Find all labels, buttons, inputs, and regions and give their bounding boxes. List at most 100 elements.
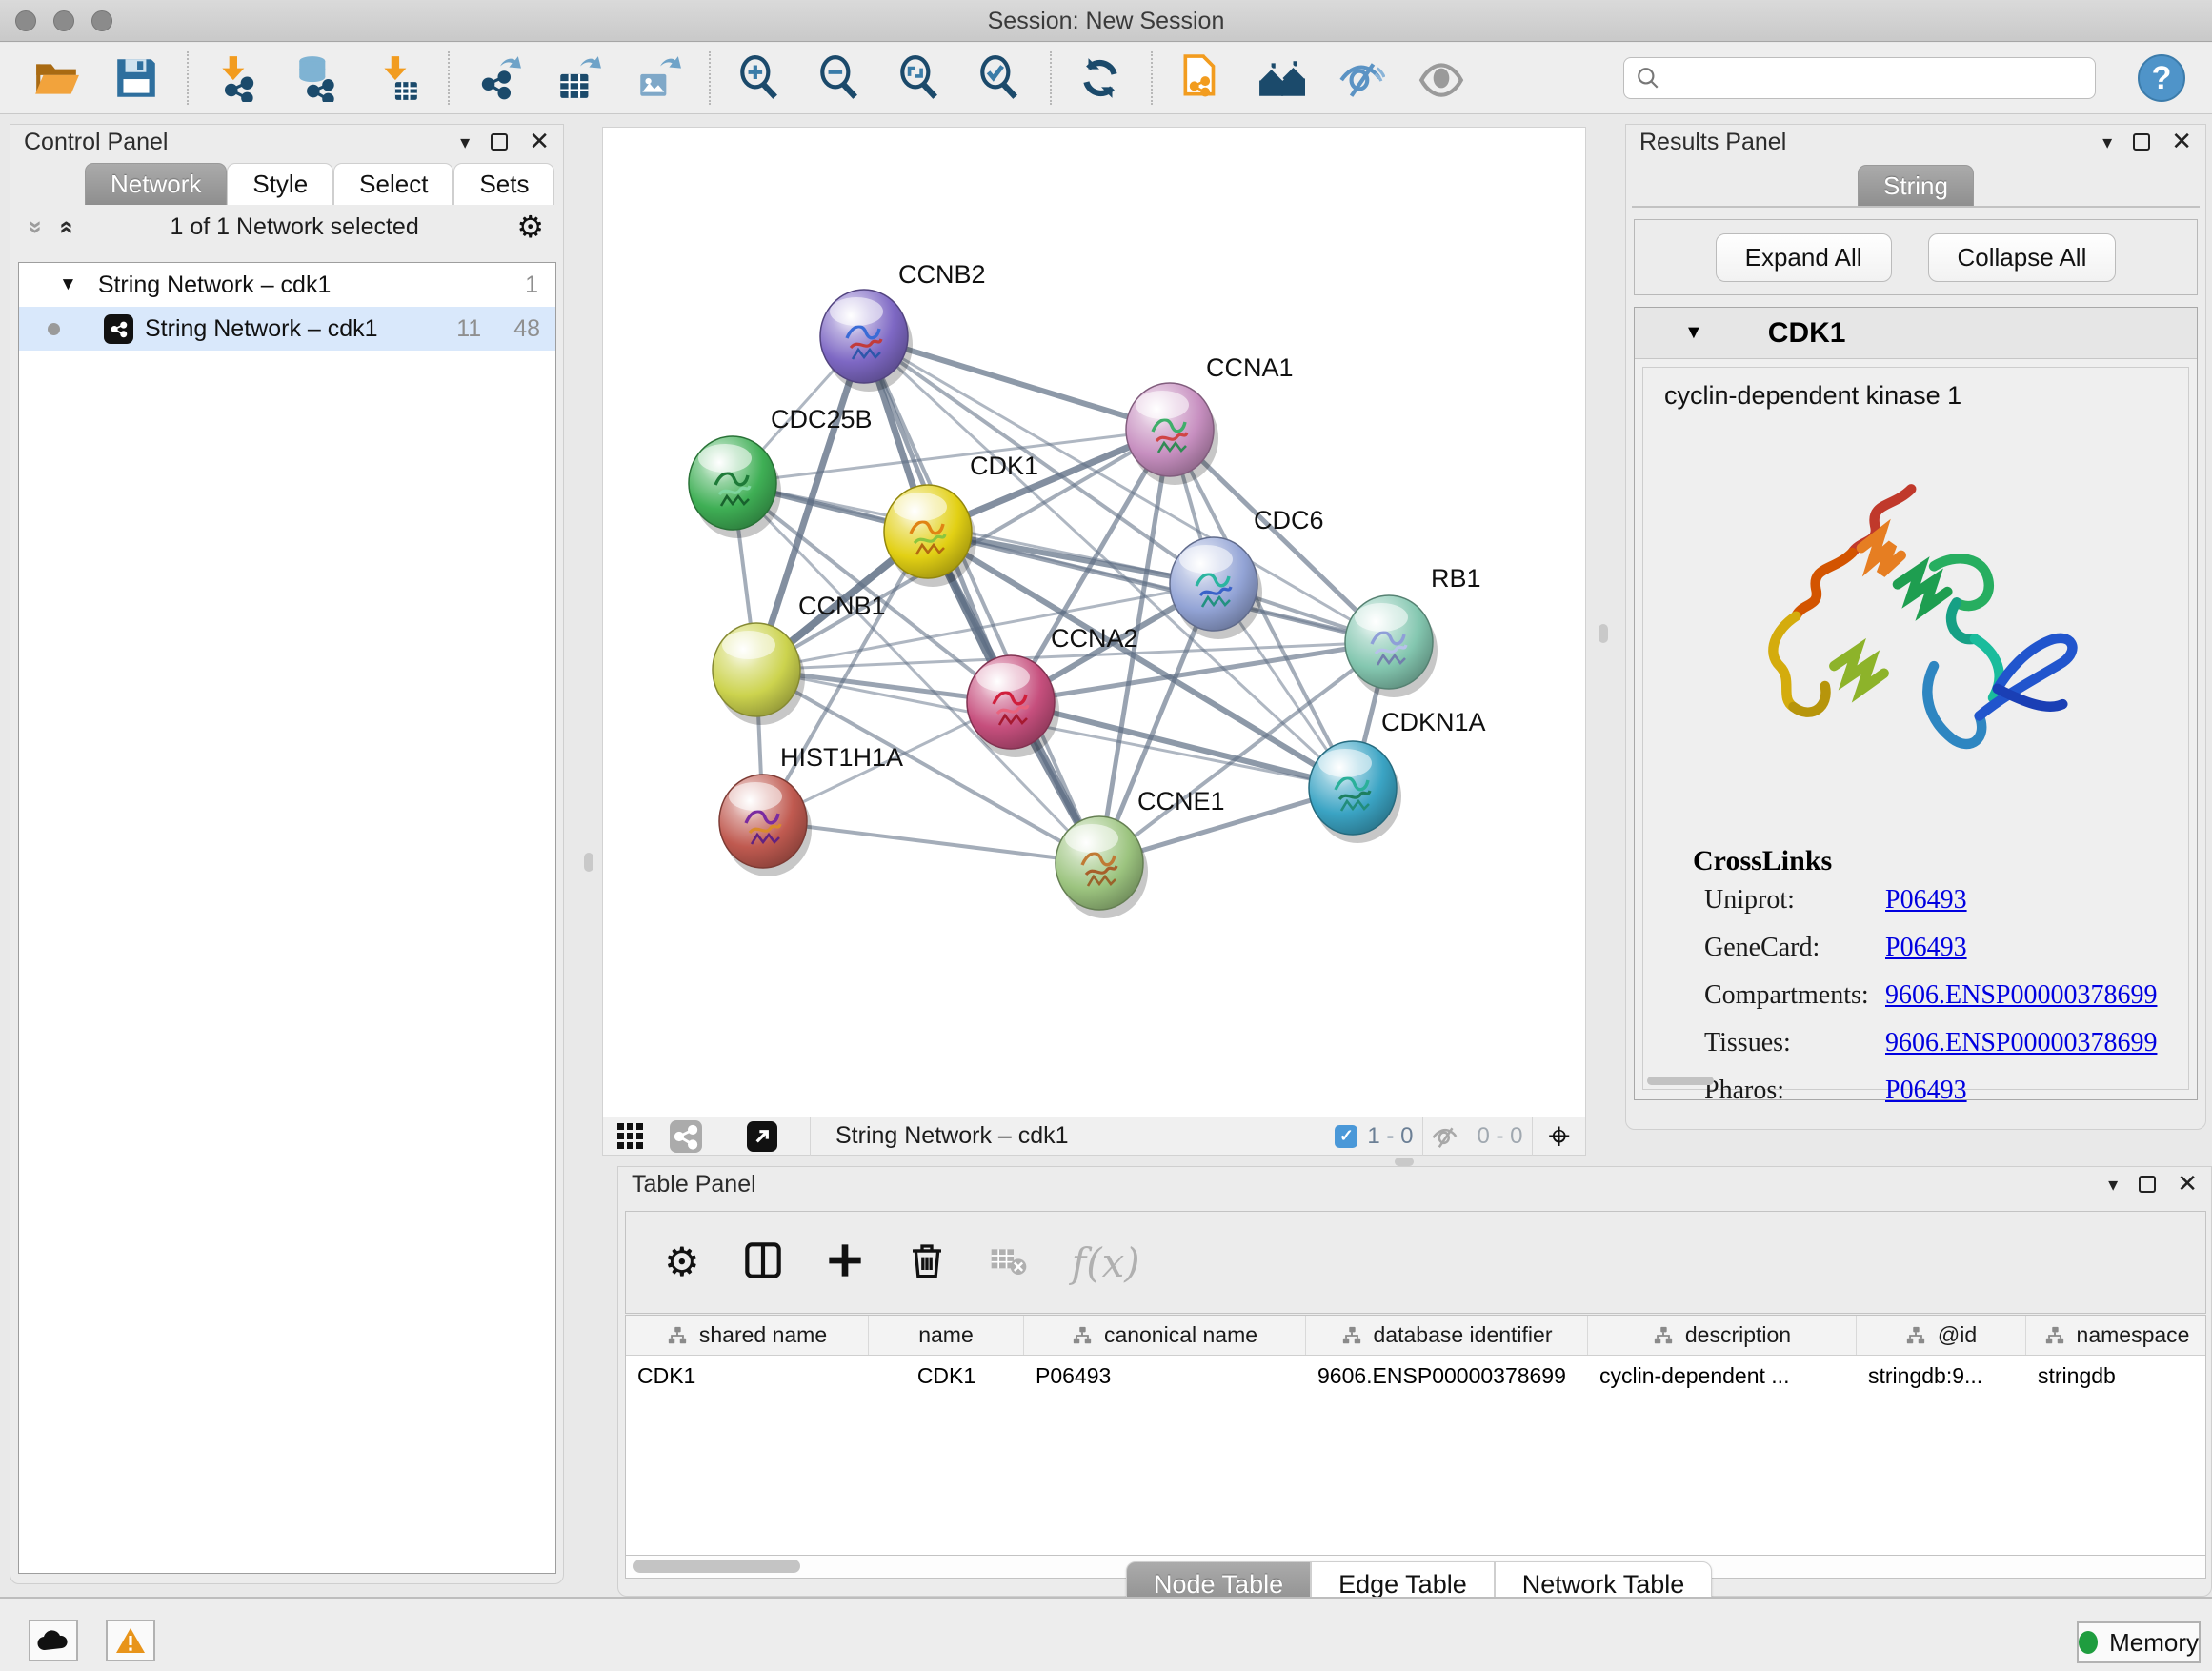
tab-style[interactable]: Style: [227, 163, 333, 205]
network-node-cdc25b[interactable]: CDC25B: [689, 405, 873, 538]
save-session-button[interactable]: [107, 49, 166, 108]
cloud-status-button[interactable]: [29, 1620, 78, 1661]
create-column-icon[interactable]: [826, 1241, 864, 1284]
tab-string[interactable]: String: [1858, 165, 1974, 207]
crosslink-link[interactable]: P06493: [1885, 1076, 1967, 1106]
panel-menu-icon[interactable]: ▾: [2108, 1175, 2118, 1194]
table-cell[interactable]: stringdb: [2026, 1363, 2206, 1389]
open-session-button[interactable]: [27, 49, 86, 108]
selected-checkbox-icon[interactable]: ✓: [1335, 1125, 1357, 1148]
network-node-ccna1[interactable]: CCNA1: [1126, 353, 1294, 485]
column-header-description[interactable]: description: [1588, 1316, 1857, 1355]
zoom-in-button[interactable]: [730, 49, 789, 108]
fit-content-button[interactable]: [890, 49, 949, 108]
collapse-all-icon[interactable]: »: [22, 220, 51, 233]
table-options-gear-icon[interactable]: ⚙: [664, 1242, 700, 1282]
results-horizontal-scrollbar[interactable]: [1647, 1077, 1714, 1085]
show-columns-icon[interactable]: [744, 1241, 782, 1284]
show-all-button[interactable]: [1412, 49, 1471, 108]
network-node-ccna2[interactable]: CCNA2: [967, 624, 1138, 757]
network-edge[interactable]: [864, 336, 1099, 863]
import-table-file-button[interactable]: [368, 49, 427, 108]
network-node-rb1[interactable]: RB1: [1345, 564, 1481, 697]
network-collection-row[interactable]: ▼ String Network – cdk1 1: [19, 263, 555, 307]
import-network-file-button[interactable]: [208, 49, 267, 108]
crosslink-link[interactable]: 9606.ENSP00000378699: [1885, 980, 2157, 1011]
column-header-database-identifier[interactable]: database identifier: [1306, 1316, 1588, 1355]
table-cell[interactable]: P06493: [1024, 1363, 1306, 1389]
node-result-header[interactable]: ▼ CDK1: [1635, 308, 2197, 359]
column-header-namespace[interactable]: namespace: [2026, 1316, 2206, 1355]
tab-select[interactable]: Select: [333, 163, 453, 205]
window-minimize-button[interactable]: [53, 10, 74, 31]
expand-all-button[interactable]: Expand All: [1716, 233, 1892, 282]
crosslink-link[interactable]: P06493: [1885, 885, 1967, 916]
column-header-name[interactable]: name: [869, 1316, 1024, 1355]
left-divider-grip[interactable]: [584, 853, 593, 872]
network-node-hist1h1a[interactable]: HIST1H1A: [719, 743, 903, 876]
table-cell[interactable]: CDK1: [869, 1363, 1024, 1389]
node-label: CCNA1: [1206, 353, 1294, 382]
network-node-ccnb1[interactable]: CCNB1: [713, 592, 886, 725]
import-network-database-button[interactable]: [288, 49, 347, 108]
network-node-ccne1[interactable]: CCNE1: [1056, 787, 1225, 918]
crosslink-link[interactable]: P06493: [1885, 933, 1967, 963]
hidden-eye-icon[interactable]: [1423, 1122, 1467, 1151]
network-row-selected[interactable]: String Network – cdk1 11 48: [19, 307, 555, 351]
crosslink-row: Tissues:9606.ENSP00000378699: [1704, 1028, 2188, 1058]
network-options-gear-icon[interactable]: ⚙: [516, 211, 544, 242]
panel-close-icon[interactable]: ✕: [2171, 130, 2192, 154]
string-document-button[interactable]: [1172, 49, 1231, 108]
section-collapse-icon[interactable]: ▼: [1684, 322, 1703, 344]
network-node-ccnb2[interactable]: CCNB2: [820, 260, 986, 392]
panel-menu-icon[interactable]: ▾: [460, 132, 470, 151]
warning-status-button[interactable]: [106, 1620, 155, 1661]
search-input[interactable]: [1668, 65, 2083, 91]
network-edge[interactable]: [763, 821, 1099, 863]
expand-all-icon[interactable]: »: [50, 220, 80, 233]
export-table-button[interactable]: [549, 49, 608, 108]
panel-close-icon[interactable]: ✕: [529, 130, 550, 154]
scrollbar-thumb[interactable]: [633, 1560, 800, 1573]
cloud-icon: [37, 1629, 70, 1652]
zoom-out-button[interactable]: [810, 49, 869, 108]
window-zoom-button[interactable]: [91, 10, 112, 31]
table-cell[interactable]: cyclin-dependent ...: [1588, 1363, 1857, 1389]
tab-network[interactable]: Network: [85, 163, 227, 205]
export-image-button[interactable]: [629, 49, 688, 108]
collection-expand-icon[interactable]: ▼: [59, 274, 77, 295]
grid-view-icon[interactable]: [603, 1123, 658, 1150]
help-button[interactable]: ?: [2138, 54, 2185, 102]
network-share-view-icon[interactable]: [658, 1120, 714, 1153]
delete-column-icon[interactable]: [908, 1241, 946, 1284]
column-header-shared-name[interactable]: shared name: [626, 1316, 869, 1355]
hide-selected-button[interactable]: [1332, 49, 1391, 108]
bottom-divider-grip[interactable]: [1395, 1158, 1414, 1166]
panel-float-icon[interactable]: [2133, 133, 2150, 151]
crosslink-link[interactable]: 9606.ENSP00000378699: [1885, 1028, 2157, 1058]
table-cell[interactable]: 9606.ENSP00000378699: [1306, 1363, 1588, 1389]
export-network-button[interactable]: [469, 49, 528, 108]
birds-eye-view-icon[interactable]: ⌖: [1548, 1117, 1570, 1156]
column-label: shared name: [699, 1322, 827, 1348]
network-graph[interactable]: CCNB2CCNA1CDC25BCDK1CDC6RB1CCNB1CCNA2CDK…: [603, 128, 1587, 1118]
panel-menu-icon[interactable]: ▾: [2102, 132, 2112, 151]
network-node-cdkn1a[interactable]: CDKN1A: [1309, 708, 1486, 843]
column-header-canonical-name[interactable]: canonical name: [1024, 1316, 1306, 1355]
home-button[interactable]: [1252, 49, 1311, 108]
right-divider-grip[interactable]: [1599, 624, 1608, 643]
panel-float-icon[interactable]: [491, 133, 508, 151]
window-close-button[interactable]: [15, 10, 36, 31]
detach-view-icon[interactable]: [714, 1121, 810, 1152]
zoom-selected-button[interactable]: [970, 49, 1029, 108]
tab-sets[interactable]: Sets: [453, 163, 554, 205]
column-header-at-id[interactable]: @id: [1857, 1316, 2026, 1355]
panel-close-icon[interactable]: ✕: [2177, 1172, 2198, 1197]
table-row[interactable]: CDK1CDK1P064939606.ENSP00000378699cyclin…: [626, 1356, 2205, 1396]
collapse-all-button[interactable]: Collapse All: [1928, 233, 2117, 282]
table-cell[interactable]: stringdb:9...: [1857, 1363, 2026, 1389]
table-cell[interactable]: CDK1: [626, 1363, 869, 1389]
memory-button[interactable]: Memory: [2077, 1621, 2201, 1663]
panel-float-icon[interactable]: [2139, 1176, 2156, 1193]
apply-layout-button[interactable]: [1071, 49, 1130, 108]
